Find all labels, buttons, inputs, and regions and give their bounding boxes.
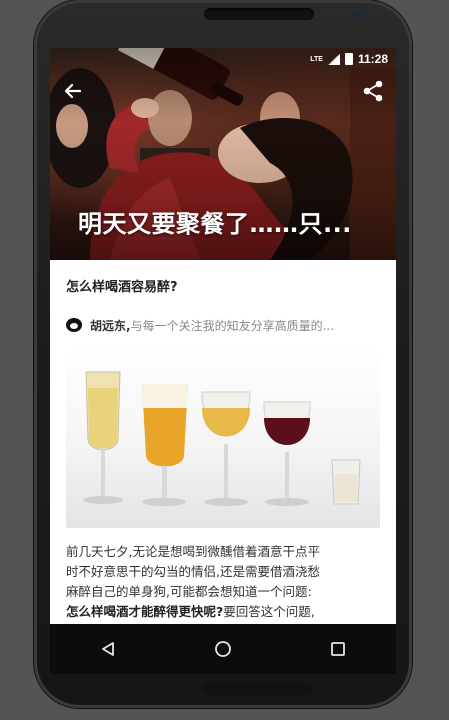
bottom-speaker <box>202 683 312 695</box>
lte-badge: LTE <box>310 55 323 63</box>
nav-recents-button[interactable] <box>318 634 358 664</box>
screen: LTE 11:28 明天又要聚餐了……只... 怎么样喝酒容易醉? 胡远东, 与… <box>50 48 396 674</box>
article-line-rest: 要回答这个问题, <box>223 604 315 619</box>
signal-icon <box>327 53 340 65</box>
navigation-bar <box>50 624 396 674</box>
share-button[interactable] <box>360 78 386 104</box>
author-name[interactable]: 胡远东, <box>90 317 131 334</box>
home-circle-icon <box>215 641 231 657</box>
nav-home-button[interactable] <box>203 634 243 664</box>
nav-back-button[interactable] <box>88 634 128 664</box>
arrow-left-icon <box>64 83 82 99</box>
back-triangle-icon <box>101 642 114 656</box>
question-title[interactable]: 怎么样喝酒容易醉? <box>66 276 178 295</box>
article-bold-question: 怎么样喝酒才能醉得更快呢? <box>66 604 224 619</box>
author-row[interactable]: 胡远东, 与每一个关注我的知友分享高质量的... <box>66 316 380 334</box>
top-speaker <box>204 8 314 20</box>
recents-square-icon <box>331 642 346 656</box>
article-line: 麻醉自己的单身狗,可能都会想知道一个问题: <box>66 584 312 599</box>
glasses-illustration <box>83 371 361 506</box>
article-line: 前几天七夕,无论是想喝到微醺借着酒意干点平 <box>66 544 320 559</box>
article-image <box>66 348 380 528</box>
share-icon <box>363 80 383 102</box>
article-line: 时不好意思干的勾当的情侣,还是需要借酒浇愁 <box>66 564 320 579</box>
author-bio: 与每一个关注我的知友分享高质量的... <box>130 318 335 333</box>
battery-icon <box>344 53 353 65</box>
clock: 11:28 <box>357 52 388 66</box>
status-bar: LTE 11:28 <box>50 48 396 70</box>
article-headline: 明天又要聚餐了……只... <box>78 210 352 238</box>
author-avatar[interactable] <box>66 318 82 332</box>
front-camera <box>354 10 363 19</box>
article-line: 怎么样喝酒才能醉得更快呢?要回答这个问题, <box>66 602 380 622</box>
back-button[interactable] <box>60 78 86 104</box>
hero-image: LTE 11:28 明天又要聚餐了……只... <box>50 48 396 260</box>
article-body: 前几天七夕,无论是想喝到微醺借着酒意干点平 时不好意思干的勾当的情侣,还是需要借… <box>66 542 380 622</box>
